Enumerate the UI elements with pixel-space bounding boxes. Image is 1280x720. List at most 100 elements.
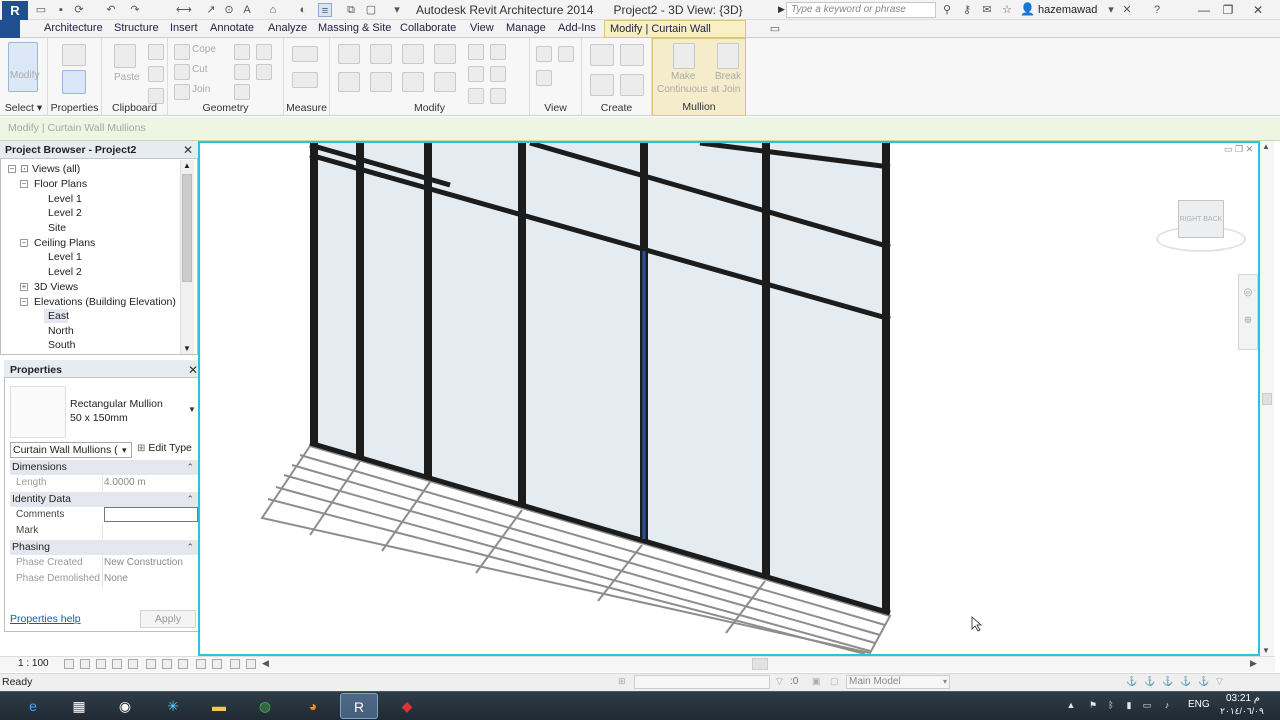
autocad-icon[interactable]: ◆	[388, 693, 426, 719]
editable-only-icon[interactable]: ▣	[812, 676, 824, 686]
language-indicator[interactable]: ENG	[1188, 699, 1210, 710]
steering-wheel-icon[interactable]: ◎	[1242, 287, 1254, 299]
communication-icon[interactable]: ✉	[980, 3, 994, 17]
tree-item-elevations[interactable]: Elevations (Building Elevation)	[34, 296, 176, 308]
chrome-icon[interactable]: ◍	[246, 693, 284, 719]
design-options-icon[interactable]: ▢	[830, 676, 842, 686]
tab-annotate[interactable]: Annotate	[210, 22, 254, 34]
create-assembly-icon[interactable]	[590, 44, 614, 66]
browser-scroll-thumb[interactable]	[182, 174, 192, 282]
edit-type-button[interactable]: ⊞ Edit Type	[137, 442, 192, 454]
scale-icon[interactable]	[490, 66, 506, 82]
scroll-down-icon[interactable]: ▼	[1262, 646, 1270, 655]
view-window-controls-icon[interactable]: ▭ ❐ ✕	[1224, 144, 1253, 155]
clock-time[interactable]: 03:21 م	[1222, 693, 1264, 704]
group-phasing[interactable]: Phasing ⌃	[10, 540, 198, 555]
copy-element-icon[interactable]	[370, 72, 392, 92]
properties-icon[interactable]	[62, 70, 86, 94]
tree-item-3d-views[interactable]: 3D Views	[34, 281, 78, 293]
application-menu-button[interactable]: R	[2, 1, 28, 20]
close-hidden-windows-icon[interactable]: ⧉	[344, 3, 358, 17]
open-icon[interactable]: ▭	[34, 3, 48, 17]
tab-view[interactable]: View	[470, 22, 494, 34]
drag-elements-icon[interactable]: ⚓	[1198, 676, 1210, 686]
help-icon[interactable]: ?	[1150, 3, 1164, 17]
lock-3d-view-icon[interactable]	[178, 659, 188, 669]
tab-add-ins[interactable]: Add-Ins	[558, 22, 596, 34]
filter-icon[interactable]: ▽	[776, 676, 788, 686]
cut-geometry-icon[interactable]	[174, 64, 190, 80]
type-properties-icon[interactable]	[62, 44, 86, 66]
move-icon[interactable]	[338, 72, 360, 92]
save-icon[interactable]: ▪	[54, 3, 68, 17]
comments-input[interactable]	[104, 507, 198, 522]
section-icon[interactable]: ◐	[296, 3, 310, 17]
tree-item-site[interactable]: Site	[48, 222, 66, 234]
subscription-icon[interactable]: ⚷	[960, 3, 974, 17]
type-selector-name[interactable]: Rectangular Mullion	[70, 398, 163, 410]
analytical-model-icon[interactable]	[246, 659, 256, 669]
reveal-hidden-icon[interactable]	[212, 659, 222, 669]
shadows-icon[interactable]	[112, 659, 122, 669]
maximize-icon[interactable]: ❐	[1220, 2, 1236, 18]
trim-extend-icon[interactable]	[434, 72, 456, 92]
rendering-icon[interactable]	[128, 659, 138, 669]
customize-toolbar-icon[interactable]: ▾	[390, 3, 404, 17]
split-gap-icon[interactable]	[490, 44, 506, 60]
collapse-icon[interactable]: −	[20, 298, 28, 306]
file-explorer-icon[interactable]: ▬	[200, 693, 238, 719]
scroll-up-icon[interactable]: ▲	[1262, 142, 1270, 151]
tree-item-views-all[interactable]: Views (all)	[32, 163, 80, 175]
bluetooth-icon[interactable]: ᛒ	[1106, 700, 1116, 710]
paint-icon[interactable]	[234, 64, 250, 80]
chevron-left-icon[interactable]: ◀	[262, 658, 269, 669]
aligned-dimension-icon[interactable]: ↗	[204, 3, 218, 17]
active-model-select[interactable]: Main Model ▾	[846, 675, 950, 689]
worksets-icon[interactable]: ⊞	[618, 676, 630, 686]
properties-help-link[interactable]: Properties help	[10, 613, 81, 625]
tab-collaborate[interactable]: Collaborate	[400, 22, 456, 34]
mirror-draw-icon[interactable]	[434, 44, 456, 64]
sun-path-icon[interactable]	[96, 659, 106, 669]
tree-item-floor-level-1[interactable]: Level 1	[48, 193, 82, 205]
visual-style-icon[interactable]	[80, 659, 90, 669]
paste-icon[interactable]	[114, 44, 136, 68]
measure-between-icon[interactable]	[292, 46, 318, 62]
clock-date[interactable]: ٢٠١٤/٠٦/٠٩	[1218, 706, 1266, 717]
type-selector-size[interactable]: 50 x 150mm	[70, 412, 128, 424]
property-value[interactable]: None	[104, 573, 128, 584]
internet-explorer-icon[interactable]: e	[14, 693, 52, 719]
apply-button[interactable]: Apply	[140, 610, 196, 628]
search-input[interactable]: Type a keyword or phrase	[786, 2, 936, 18]
wall-joins-icon[interactable]	[234, 44, 250, 60]
switch-windows-icon[interactable]: ▢	[364, 3, 378, 17]
chevron-right-icon[interactable]: ▶	[1250, 658, 1257, 669]
tree-item-floor-plans[interactable]: Floor Plans	[34, 178, 87, 190]
undo-icon[interactable]: ↶	[104, 3, 118, 17]
zoom-icon[interactable]: ⊕	[1242, 315, 1254, 327]
app-menu-tab[interactable]	[0, 20, 20, 38]
text-icon[interactable]: A	[240, 3, 254, 17]
network-icon[interactable]: ▮	[1124, 700, 1134, 710]
close-icon[interactable]: ✕	[1250, 2, 1266, 18]
copy-icon[interactable]	[148, 66, 164, 82]
mirror-axis-icon[interactable]	[402, 44, 424, 64]
override-graphics-icon[interactable]	[558, 46, 574, 62]
viewport-horizontal-scroll-thumb[interactable]	[752, 658, 768, 670]
collapse-icon[interactable]: −	[8, 165, 16, 173]
array-icon[interactable]	[468, 66, 484, 82]
modify-cursor-icon[interactable]	[8, 42, 38, 92]
tab-architecture[interactable]: Architecture	[44, 22, 103, 34]
tree-item-north[interactable]: North	[48, 325, 74, 337]
scroll-up-icon[interactable]: ▲	[183, 161, 191, 170]
curtain-wall-model[interactable]	[200, 143, 1258, 654]
viewcube[interactable]: RIGHT BACK	[1178, 200, 1224, 238]
cut-icon[interactable]	[148, 44, 164, 60]
align-icon[interactable]	[338, 44, 360, 64]
user-icon[interactable]: 👤	[1020, 2, 1035, 16]
group-dimensions[interactable]: Dimensions ⌃	[10, 460, 198, 475]
measure-icon[interactable]: ⟷	[176, 3, 192, 17]
tab-modify-curtain-wall-mullions[interactable]: Modify | Curtain Wall Mullions	[604, 20, 746, 51]
tab-analyze[interactable]: Analyze	[268, 22, 307, 34]
aligned-dimension-ribbon-icon[interactable]	[292, 72, 318, 88]
